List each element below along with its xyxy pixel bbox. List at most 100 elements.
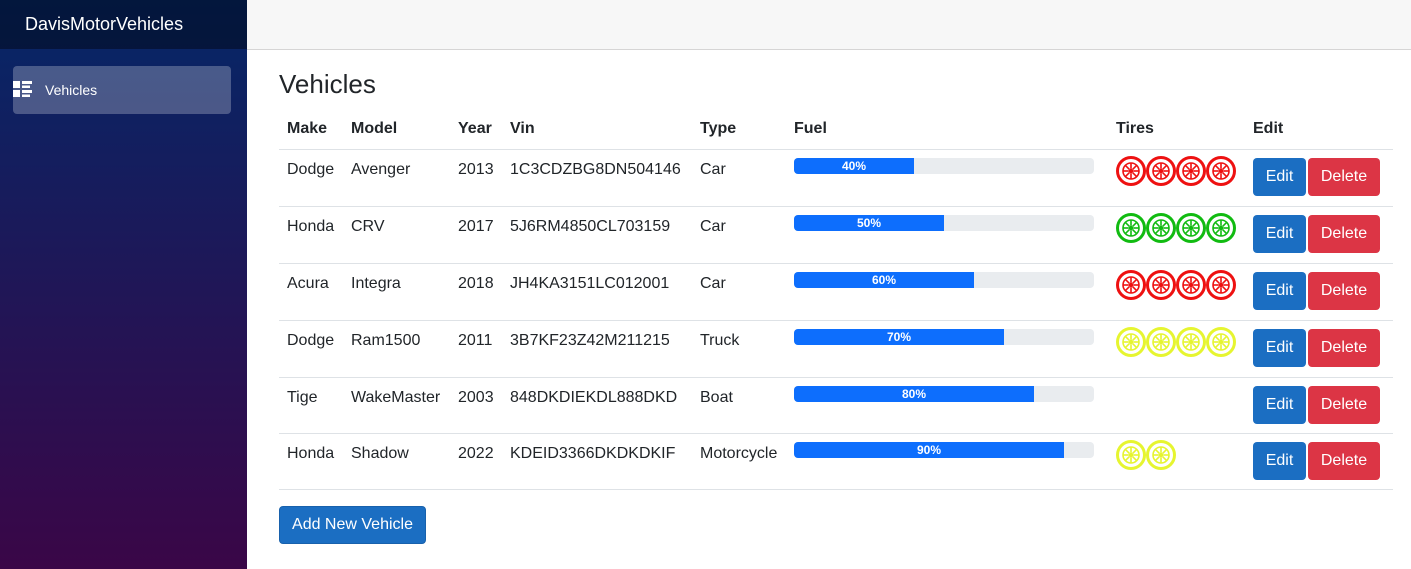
cell-vin: 3B7KF23Z42M211215 bbox=[502, 320, 692, 378]
cell-model: Shadow bbox=[343, 433, 450, 490]
cell-type: Car bbox=[692, 263, 786, 321]
cell-type: Car bbox=[692, 206, 786, 264]
cell-actions: Edit Delete bbox=[1245, 206, 1393, 264]
tire-icon bbox=[1206, 155, 1236, 186]
cell-tires bbox=[1108, 377, 1245, 434]
edit-button[interactable]: Edit bbox=[1253, 441, 1306, 480]
cell-vin: 848DKDIEKDL888DKD bbox=[502, 377, 692, 434]
tire-icon bbox=[1176, 269, 1206, 300]
fuel-progress: 40% bbox=[794, 157, 1094, 174]
tire-icon bbox=[1176, 155, 1206, 186]
table-row: Dodge Avenger 2013 1C3CDZBG8DN504146 Car 40% E… bbox=[279, 149, 1393, 207]
cell-tires bbox=[1108, 149, 1245, 207]
cell-tires bbox=[1108, 320, 1245, 378]
cell-fuel: 60% bbox=[786, 263, 1108, 321]
cell-type: Boat bbox=[692, 377, 786, 434]
fuel-progress: 50% bbox=[794, 214, 1094, 231]
column-header-year: Year bbox=[450, 110, 502, 150]
cell-vin: JH4KA3151LC012001 bbox=[502, 263, 692, 321]
fuel-progress: 90% bbox=[794, 441, 1094, 458]
edit-button[interactable]: Edit bbox=[1253, 214, 1306, 253]
tire-icon bbox=[1116, 326, 1146, 357]
delete-button[interactable]: Delete bbox=[1308, 441, 1380, 480]
cell-model: Integra bbox=[343, 263, 450, 321]
fuel-progress: 70% bbox=[794, 328, 1094, 345]
table-row: Honda Shadow 2022 KDEID3366DKDKDKIF Motorcyc… bbox=[279, 433, 1393, 490]
cell-actions: Edit Delete bbox=[1245, 433, 1393, 490]
cell-fuel: 50% bbox=[786, 206, 1108, 264]
tire-group bbox=[1116, 326, 1237, 359]
add-new-vehicle-button[interactable]: Add New Vehicle bbox=[279, 506, 426, 544]
tire-group bbox=[1116, 439, 1237, 472]
delete-button[interactable]: Delete bbox=[1308, 157, 1380, 196]
fuel-progress-bar: 40% bbox=[794, 157, 914, 174]
cell-make: Dodge bbox=[279, 320, 343, 378]
cell-type: Car bbox=[692, 149, 786, 207]
cell-tires bbox=[1108, 433, 1245, 490]
delete-button[interactable]: Delete bbox=[1308, 271, 1380, 310]
tire-icon bbox=[1116, 439, 1146, 470]
tire-group bbox=[1116, 212, 1237, 245]
main-content: Vehicles Make Model Year Vin Type Fuel T… bbox=[279, 50, 1393, 490]
column-header-model: Model bbox=[343, 110, 450, 150]
edit-button[interactable]: Edit bbox=[1253, 328, 1306, 367]
cell-vin: KDEID3366DKDKDKIF bbox=[502, 433, 692, 490]
cell-vin: 5J6RM4850CL703159 bbox=[502, 206, 692, 264]
table-row: Tige WakeMaster 2003 848DKDIEKDL888DKD Boat 8… bbox=[279, 377, 1393, 434]
cell-actions: Edit Delete bbox=[1245, 263, 1393, 321]
cell-actions: Edit Delete bbox=[1245, 377, 1393, 434]
tire-icon bbox=[1146, 326, 1176, 357]
cell-make: Acura bbox=[279, 263, 343, 321]
table-row: Dodge Ram1500 2011 3B7KF23Z42M211215 Truck 70… bbox=[279, 320, 1393, 378]
delete-button[interactable]: Delete bbox=[1308, 385, 1380, 424]
cell-year: 2003 bbox=[450, 377, 502, 434]
table-row: Honda CRV 2017 5J6RM4850CL703159 Car 50% Edit D… bbox=[279, 206, 1393, 264]
cell-model: Ram1500 bbox=[343, 320, 450, 378]
tire-group bbox=[1116, 269, 1237, 302]
fuel-progress-bar: 60% bbox=[794, 271, 974, 288]
fuel-progress-bar: 80% bbox=[794, 385, 1034, 402]
tire-icon bbox=[1116, 212, 1146, 243]
column-header-edit: Edit bbox=[1245, 110, 1393, 150]
brand-bar: DavisMotorVehicles bbox=[0, 0, 247, 49]
cell-year: 2017 bbox=[450, 206, 502, 264]
cell-year: 2022 bbox=[450, 433, 502, 490]
edit-button[interactable]: Edit bbox=[1253, 157, 1306, 196]
edit-button[interactable]: Edit bbox=[1253, 385, 1306, 424]
column-header-make: Make bbox=[279, 110, 343, 150]
fuel-progress: 80% bbox=[794, 385, 1094, 402]
delete-button[interactable]: Delete bbox=[1308, 328, 1380, 367]
tire-icon bbox=[1176, 326, 1206, 357]
cell-fuel: 70% bbox=[786, 320, 1108, 378]
tire-group bbox=[1116, 384, 1237, 416]
cell-year: 2011 bbox=[450, 320, 502, 378]
fuel-progress-bar: 50% bbox=[794, 214, 944, 231]
cell-model: CRV bbox=[343, 206, 450, 264]
sidebar: DavisMotorVehicles Vehicles bbox=[0, 0, 247, 569]
edit-button[interactable]: Edit bbox=[1253, 271, 1306, 310]
cell-year: 2018 bbox=[450, 263, 502, 321]
tire-icon bbox=[1176, 212, 1206, 243]
tire-icon bbox=[1206, 326, 1236, 357]
top-bar bbox=[247, 0, 1411, 50]
cell-fuel: 80% bbox=[786, 377, 1108, 434]
cell-type: Motorcycle bbox=[692, 433, 786, 490]
cell-tires bbox=[1108, 206, 1245, 264]
cell-fuel: 90% bbox=[786, 433, 1108, 490]
cell-model: Avenger bbox=[343, 149, 450, 207]
cell-type: Truck bbox=[692, 320, 786, 378]
cell-model: WakeMaster bbox=[343, 377, 450, 434]
tire-icon bbox=[1116, 269, 1146, 300]
brand-link[interactable]: DavisMotorVehicles bbox=[25, 14, 183, 35]
sidebar-item-vehicles[interactable]: Vehicles bbox=[13, 66, 231, 114]
column-header-type: Type bbox=[692, 110, 786, 150]
cell-fuel: 40% bbox=[786, 149, 1108, 207]
cell-make: Tige bbox=[279, 377, 343, 434]
cell-vin: 1C3CDZBG8DN504146 bbox=[502, 149, 692, 207]
cell-make: Dodge bbox=[279, 149, 343, 207]
cell-tires bbox=[1108, 263, 1245, 321]
tire-icon bbox=[1146, 155, 1176, 186]
page-title: Vehicles bbox=[279, 69, 376, 99]
fuel-progress-bar: 90% bbox=[794, 441, 1064, 458]
delete-button[interactable]: Delete bbox=[1308, 214, 1380, 253]
